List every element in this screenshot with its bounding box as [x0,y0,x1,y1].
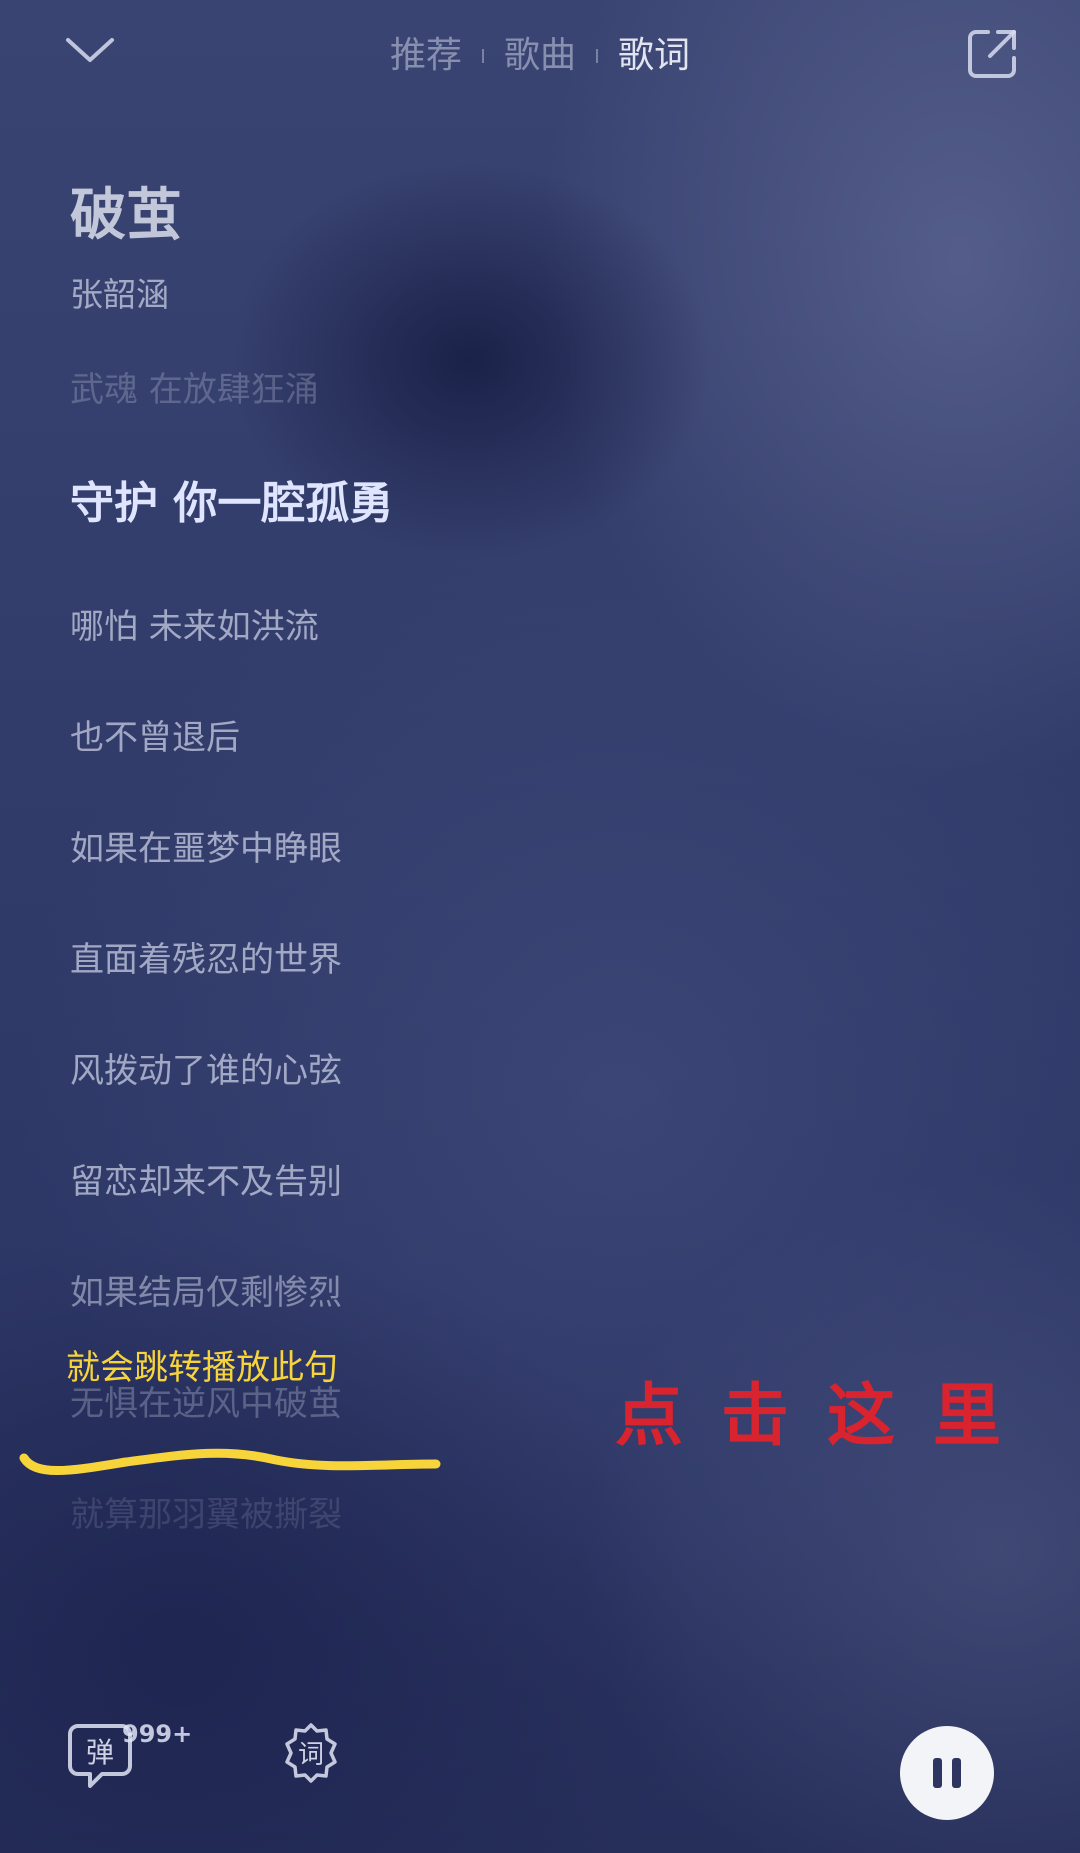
lyric-line[interactable]: 如果在噩梦中睁眼 [70,819,970,930]
pause-icon [928,1758,966,1788]
lyric-line[interactable]: 武魂 在放肆狂涌 [70,360,970,471]
tab-bar: 推荐 歌曲 歌词 [0,28,1080,84]
lyric-line-current[interactable]: 守护 你一腔孤勇 [70,471,970,597]
share-external-icon [968,30,1016,78]
annotation-click-here: 点击这里 [615,1376,1040,1456]
pause-button[interactable] [900,1726,994,1820]
annotation-underline [19,1448,441,1476]
song-title: 破茧 [70,183,182,248]
lyric-line[interactable]: 留恋却来不及告别 [70,1152,970,1263]
top-bar: 推荐 歌曲 歌词 [0,0,1080,110]
tab-lyrics[interactable]: 歌词 [598,28,710,84]
lyric-line[interactable]: 哪怕 未来如洪流 [70,597,970,708]
lyric-mode-button[interactable]: 词 [280,1722,342,1784]
share-button[interactable] [964,26,1020,82]
tab-songs[interactable]: 歌曲 [484,28,596,84]
lyric-badge-icon: 词 [285,1723,337,1783]
danmu-count-badge: 999+ [122,1720,193,1748]
lyric-line[interactable]: 就算那羽翼被撕裂 [70,1485,970,1596]
lyric-mode-label: 词 [298,1740,324,1770]
tab-recommend[interactable]: 推荐 [370,28,482,84]
annotation-jump-note: 就会跳转播放此句 [66,1348,338,1388]
danmu-label: 弹 [86,1736,114,1769]
lyric-line[interactable]: 风拨动了谁的心弦 [70,1041,970,1152]
lyric-line[interactable]: 直面着残忍的世界 [70,930,970,1041]
lyric-line[interactable]: 也不曾退后 [70,708,970,819]
artist-name[interactable]: 张韶涵 [70,268,169,316]
